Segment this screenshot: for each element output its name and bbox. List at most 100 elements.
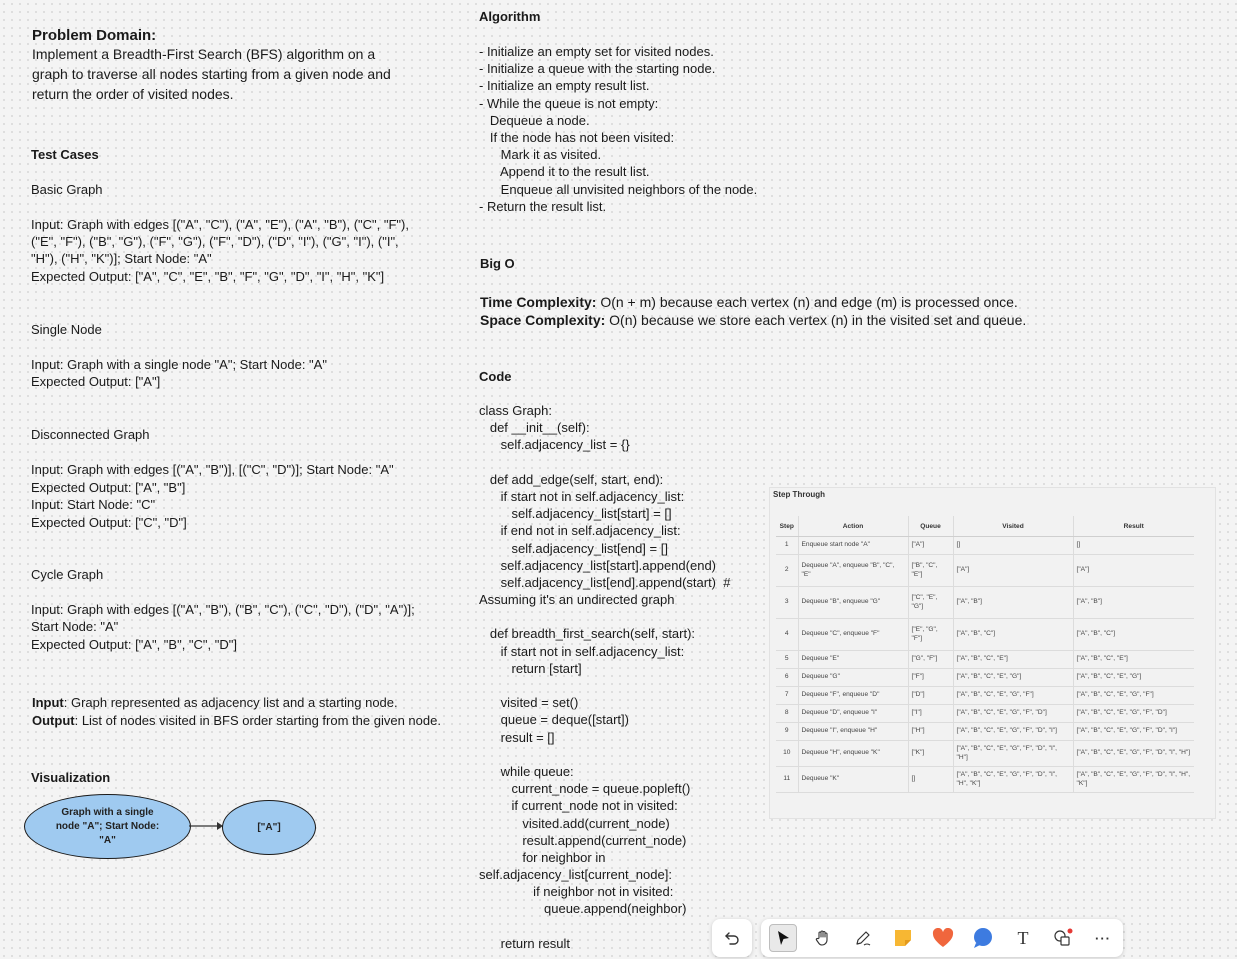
io-input-label: Input	[32, 695, 64, 710]
result-cell: ["A", "B", "C", "E", "G", "F", "D"]	[1073, 704, 1194, 723]
disconnected-graph-output: Expected Output: ["A", "B"]	[31, 480, 186, 495]
more-tools-button[interactable]: ···	[1089, 924, 1117, 952]
queue-cell: ["C", "E", "G"]	[908, 586, 954, 619]
step-cell: 8	[776, 704, 799, 723]
code-line: queue = deque([start])	[479, 712, 629, 728]
algorithm-line: - Initialize a queue with the starting n…	[479, 61, 716, 77]
step-cell: 2	[776, 554, 799, 587]
step-through-panel[interactable]: Step Through Step Action Queue Visited R…	[769, 487, 1216, 819]
cycle-graph-title: Cycle Graph	[31, 567, 104, 582]
io-output: Output: List of nodes visited in BFS ord…	[32, 712, 441, 729]
code-line: if start not in self.adjacency_list:	[479, 488, 685, 504]
visualization-node-start-label: Graph with a single node "A"; Start Node…	[55, 806, 160, 846]
result-cell: ["A", "B", "C"]	[1073, 618, 1194, 651]
queue-cell: ["I"]	[908, 704, 954, 723]
code-line: visited = set()	[479, 695, 579, 711]
code-line: def __init__(self):	[479, 420, 590, 436]
table-row: 3 Dequeue "B", enqueue "G" ["C", "E", "G"]…	[776, 586, 1194, 619]
single-node-output: Expected Output: ["A"]	[31, 374, 161, 389]
code-line: while queue:	[479, 763, 574, 779]
queue-cell: ["H"]	[908, 722, 954, 741]
visualization-heading: Visualization	[31, 770, 111, 785]
io-input: Input: Graph represented as adjacency li…	[32, 694, 398, 711]
text-icon: T	[1017, 927, 1029, 948]
action-cell: Dequeue "F", enqueue "D"	[798, 686, 909, 705]
io-input-text: : Graph represented as adjacency list an…	[63, 695, 398, 710]
algorithm-line: Enqueue all unvisited neighbors of the n…	[479, 181, 758, 197]
sticky-note-tool-button[interactable]	[889, 924, 917, 952]
code-line: if neighbor not in visited:	[479, 884, 674, 900]
code-line: self.adjacency_list[start].append(end)	[479, 557, 717, 573]
visited-cell: ["A", "B", "C", "E", "G", "F", "D", "I",…	[953, 766, 1074, 793]
visited-cell: ["A", "B", "C", "E", "G", "F"]	[953, 686, 1074, 705]
visualization-node-result[interactable]: ["A"]	[222, 800, 316, 855]
code-line: for neighbor in	[479, 849, 606, 865]
result-cell: ["A", "B", "C", "E", "G", "F", "D", "I"]	[1073, 722, 1194, 741]
code-line: queue.append(neighbor)	[479, 901, 687, 917]
test-cases-heading: Test Cases	[31, 147, 99, 162]
code-line: if end not in self.adjacency_list:	[479, 523, 681, 539]
step-through-title: Step Through	[773, 490, 825, 499]
visualization-arrow	[189, 822, 223, 830]
table-header-result: Result	[1073, 516, 1194, 537]
disconnected-graph-input: Input: Graph with edges [("A", "B")], [(…	[31, 462, 394, 477]
algorithm-steps: - Initialize an empty set for visited no…	[479, 43, 757, 215]
visualization-node-result-label: ["A"]	[257, 821, 281, 833]
code-line: result = []	[479, 729, 555, 745]
table-row: 9 Dequeue "I", enqueue "H" ["H"] ["A", "B",…	[776, 722, 1194, 741]
algorithm-line: Mark it as visited.	[479, 147, 602, 163]
step-cell: 1	[776, 536, 799, 555]
select-cursor-icon	[778, 931, 789, 945]
undo-button[interactable]	[712, 919, 752, 957]
sticky-note-icon	[895, 930, 911, 946]
result-cell: ["A"]	[1073, 554, 1194, 587]
text-tool-button[interactable]: T	[1009, 924, 1037, 952]
table-header-visited: Visited	[953, 516, 1074, 537]
queue-cell: ["G", "F"]	[908, 650, 954, 669]
visualization-node-start[interactable]: Graph with a single node "A"; Start Node…	[24, 794, 191, 859]
pen-tool-button[interactable]	[849, 924, 877, 952]
algorithm-line: - Return the result list.	[479, 198, 607, 214]
reaction-tool-button[interactable]	[929, 924, 957, 952]
algorithm-line: - Initialize an empty set for visited no…	[479, 44, 714, 59]
algorithm-heading: Algorithm	[479, 9, 541, 24]
code-line: return result	[479, 935, 571, 951]
algorithm-line: Append it to the result list.	[479, 164, 650, 180]
algorithm-line: - Initialize an empty result list.	[479, 78, 650, 94]
table-row: 8 Dequeue "D", enqueue "I" ["I"] ["A", "B",…	[776, 704, 1194, 723]
hand-tool-button[interactable]	[809, 924, 837, 952]
basic-graph-title: Basic Graph	[31, 182, 103, 197]
select-tool-button[interactable]	[769, 924, 797, 952]
code-line: self.adjacency_list = {}	[479, 437, 630, 453]
visited-cell: ["A", "B", "C"]	[953, 618, 1074, 651]
result-cell: ["A", "B", "C", "E"]	[1073, 650, 1194, 669]
disconnected-graph-title: Disconnected Graph	[31, 427, 150, 442]
code-heading: Code	[479, 369, 512, 384]
table-row: 7 Dequeue "F", enqueue "D" ["D"] ["A", "B",…	[776, 686, 1194, 705]
action-cell: Dequeue "K"	[798, 766, 909, 793]
heart-icon	[932, 928, 954, 947]
pen-icon	[856, 931, 871, 946]
table-row: 2 Dequeue "A", enqueue "B", "C", "E" ["B",…	[776, 554, 1194, 587]
code-line: def add_edge(self, start, end):	[479, 471, 664, 487]
time-complexity-text: O(n + m) because each vertex (n) and edg…	[596, 294, 1018, 310]
code-line: return [start]	[479, 660, 582, 676]
table-header-row: Step Action Queue Visited Result	[776, 516, 1194, 537]
code-line: if current_node not in visited:	[479, 798, 678, 814]
table-row: 5 Dequeue "E" ["G", "F"] ["A", "B", "C", "E…	[776, 650, 1194, 669]
shapes-tool-button[interactable]	[1049, 924, 1077, 952]
code-line: if start not in self.adjacency_list:	[479, 643, 685, 659]
algorithm-line: - While the queue is not empty:	[479, 95, 659, 111]
code-line: current_node = queue.popleft()	[479, 781, 691, 797]
visited-cell: ["A", "B", "C", "E", "G", "F", "D", "I",…	[953, 740, 1074, 767]
queue-cell: ["E", "G", "F"]	[908, 618, 954, 651]
queue-cell: ["F"]	[908, 668, 954, 687]
comment-tool-button[interactable]	[969, 924, 997, 952]
shapes-icon	[1054, 928, 1073, 946]
queue-cell: ["B", "C", "E"]	[908, 554, 954, 587]
visited-cell: ["A", "B", "C", "E"]	[953, 650, 1074, 669]
action-cell: Dequeue "D", enqueue "I"	[798, 704, 909, 723]
chat-bubble-icon	[974, 928, 992, 948]
step-cell: 3	[776, 586, 799, 619]
basic-graph-output: Expected Output: ["A", "C", "E", "B", "F…	[31, 269, 385, 284]
